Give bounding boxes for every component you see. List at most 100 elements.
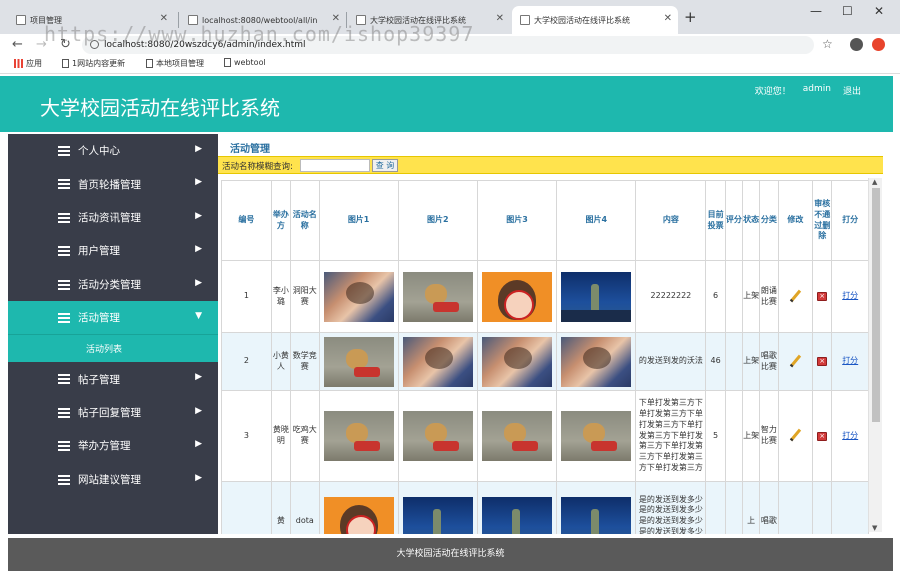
grade-link[interactable]: 打分 — [842, 291, 858, 300]
cell-votes — [705, 481, 726, 534]
cell-status: 上 — [742, 481, 761, 534]
delete-icon[interactable]: × — [817, 431, 828, 441]
cell-image-3 — [476, 260, 558, 333]
cell-grade: 打分 — [831, 260, 869, 333]
activity-image[interactable] — [482, 411, 553, 461]
browser-tab-1[interactable]: 项目管理 ✕ — [8, 6, 174, 34]
activity-image[interactable] — [482, 271, 553, 322]
sidebar-item-replies[interactable]: 帖子回复管理 ▶ — [8, 396, 218, 429]
sidebar-item-activities[interactable]: 活动管理 ▼ — [8, 300, 218, 335]
sidebar-item-users[interactable]: 用户管理 ▶ — [8, 234, 218, 267]
search-input[interactable] — [300, 159, 370, 172]
star-icon[interactable]: ☆ — [822, 37, 833, 51]
close-icon[interactable]: ✕ — [496, 13, 504, 24]
browser-tab-4-active[interactable]: 大学校园活动在线评比系统 ✕ — [512, 6, 678, 34]
sidebar-item-label: 首页轮播管理 — [78, 178, 141, 191]
sidebar-item-posts[interactable]: 帖子管理 ▶ — [8, 362, 218, 395]
activity-image[interactable] — [561, 411, 632, 461]
cell-edit — [777, 481, 814, 534]
tab-label: 大学校园活动在线评比系统 — [534, 15, 630, 25]
maximize-icon[interactable]: ☐ — [842, 4, 853, 18]
edit-pencil-icon[interactable] — [789, 428, 801, 440]
cell-name: 数学竞赛 — [290, 332, 320, 391]
window-close-icon[interactable]: ✕ — [874, 4, 884, 18]
activity-image[interactable] — [482, 336, 553, 387]
activity-image[interactable] — [402, 496, 473, 534]
browser-tab-3[interactable]: 大学校园活动在线评比系统 ✕ — [348, 6, 510, 34]
sidebar-item-categories[interactable]: 活动分类管理 ▶ — [8, 268, 218, 301]
grade-link[interactable]: 打分 — [842, 356, 858, 365]
sidebar-item-organizers[interactable]: 举办方管理 ▶ — [8, 429, 218, 462]
activity-image[interactable] — [323, 271, 394, 322]
activity-image[interactable] — [561, 271, 632, 322]
minimize-icon[interactable]: — — [810, 4, 822, 18]
sidebar-item-news[interactable]: 活动资讯管理 ▶ — [8, 201, 218, 234]
close-icon[interactable]: ✕ — [160, 13, 168, 24]
username-link[interactable]: admin — [803, 84, 831, 97]
search-label: 活动名称模糊查询: — [222, 162, 293, 172]
edit-pencil-icon[interactable] — [789, 354, 801, 366]
grade-link[interactable]: 打分 — [842, 431, 858, 440]
bookmark-3[interactable]: webtool — [224, 58, 266, 67]
document-icon — [146, 59, 153, 68]
url-bar[interactable]: localhost:8080/20wszdcy6/admin/index.htm… — [82, 36, 814, 54]
edit-pencil-icon[interactable] — [789, 289, 801, 301]
close-icon[interactable]: ✕ — [664, 13, 672, 24]
profile-icon[interactable] — [850, 38, 863, 51]
sidebar-item-suggestions[interactable]: 网站建议管理 ▶ — [8, 463, 218, 496]
vertical-scrollbar[interactable]: ▲ ▼ — [868, 178, 882, 532]
bookmark-2[interactable]: 本地项目管理 — [146, 58, 204, 69]
scroll-up-icon[interactable]: ▲ — [872, 178, 877, 186]
menu-icon — [58, 246, 70, 257]
activity-image[interactable] — [323, 411, 394, 461]
main-content: 活动管理 活动名称模糊查询: 查 询 编号 举办方 活动名称 图片1 图片2 图… — [218, 134, 883, 534]
delete-icon[interactable]: × — [817, 292, 828, 302]
table-row: 2 小黄人 数学竞赛 的发送到发的沃法 46 上架 唱歌比赛 × 打分 — [221, 332, 869, 391]
activity-image[interactable] — [402, 411, 473, 461]
activity-image[interactable] — [402, 271, 473, 322]
page-icon — [16, 15, 26, 25]
activity-image[interactable] — [323, 336, 394, 387]
bookmark-1[interactable]: 1网站内容更新 — [62, 58, 125, 69]
cell-grade: 打分 — [831, 332, 869, 391]
column-header: 修改 — [777, 180, 814, 261]
cell-image-3 — [476, 390, 558, 482]
forward-icon[interactable]: → — [36, 37, 47, 52]
column-header: 图片4 — [556, 180, 637, 261]
sidebar-item-label: 个人中心 — [78, 145, 120, 158]
column-header: 分类 — [759, 180, 779, 261]
delete-icon[interactable]: × — [817, 357, 828, 367]
menu-icon — [58, 279, 70, 290]
column-header: 状态 — [742, 180, 761, 261]
column-header: 图片2 — [397, 180, 478, 261]
chevron-right-icon: ▶ — [195, 405, 202, 416]
search-button[interactable]: 查 询 — [372, 159, 398, 172]
cell-image-3 — [476, 332, 558, 391]
extension-icon[interactable] — [872, 38, 885, 51]
info-icon[interactable] — [90, 40, 99, 49]
table-row: 3 黄晓明 吃鸡大赛 下单打发第三方下单打发第三方下单打发第三方下单打发第三方下… — [221, 390, 869, 482]
cell-votes: 46 — [705, 332, 726, 391]
browser-tab-2[interactable]: localhost:8080/webtool/all/in ✕ — [180, 6, 346, 34]
bookmark-apps[interactable]: 应用 — [14, 58, 42, 69]
cell-category: 智力比赛 — [759, 390, 779, 482]
scroll-down-icon[interactable]: ▼ — [872, 524, 877, 532]
activity-image[interactable] — [561, 496, 632, 534]
back-icon[interactable]: ← — [12, 37, 23, 52]
activity-image[interactable] — [561, 336, 632, 387]
menu-icon — [58, 179, 70, 190]
sidebar-item-profile[interactable]: 个人中心 ▶ — [8, 134, 218, 167]
new-tab-icon[interactable]: + — [684, 8, 697, 26]
sidebar-subitem-activity-list[interactable]: 活动列表 — [8, 334, 218, 363]
cell-content: 的发送到发的沃法 — [635, 332, 707, 391]
sidebar-item-carousel[interactable]: 首页轮播管理 ▶ — [8, 167, 218, 200]
sidebar-item-label: 帖子管理 — [78, 373, 120, 386]
reload-icon[interactable]: ↻ — [60, 37, 71, 52]
bookmark-label: 应用 — [26, 59, 42, 68]
close-icon[interactable]: ✕ — [332, 13, 340, 24]
activity-image[interactable] — [482, 496, 553, 534]
activity-image[interactable] — [323, 496, 394, 534]
logout-link[interactable]: 退出 — [843, 84, 861, 97]
scrollbar-thumb[interactable] — [872, 188, 880, 422]
activity-image[interactable] — [402, 336, 473, 387]
